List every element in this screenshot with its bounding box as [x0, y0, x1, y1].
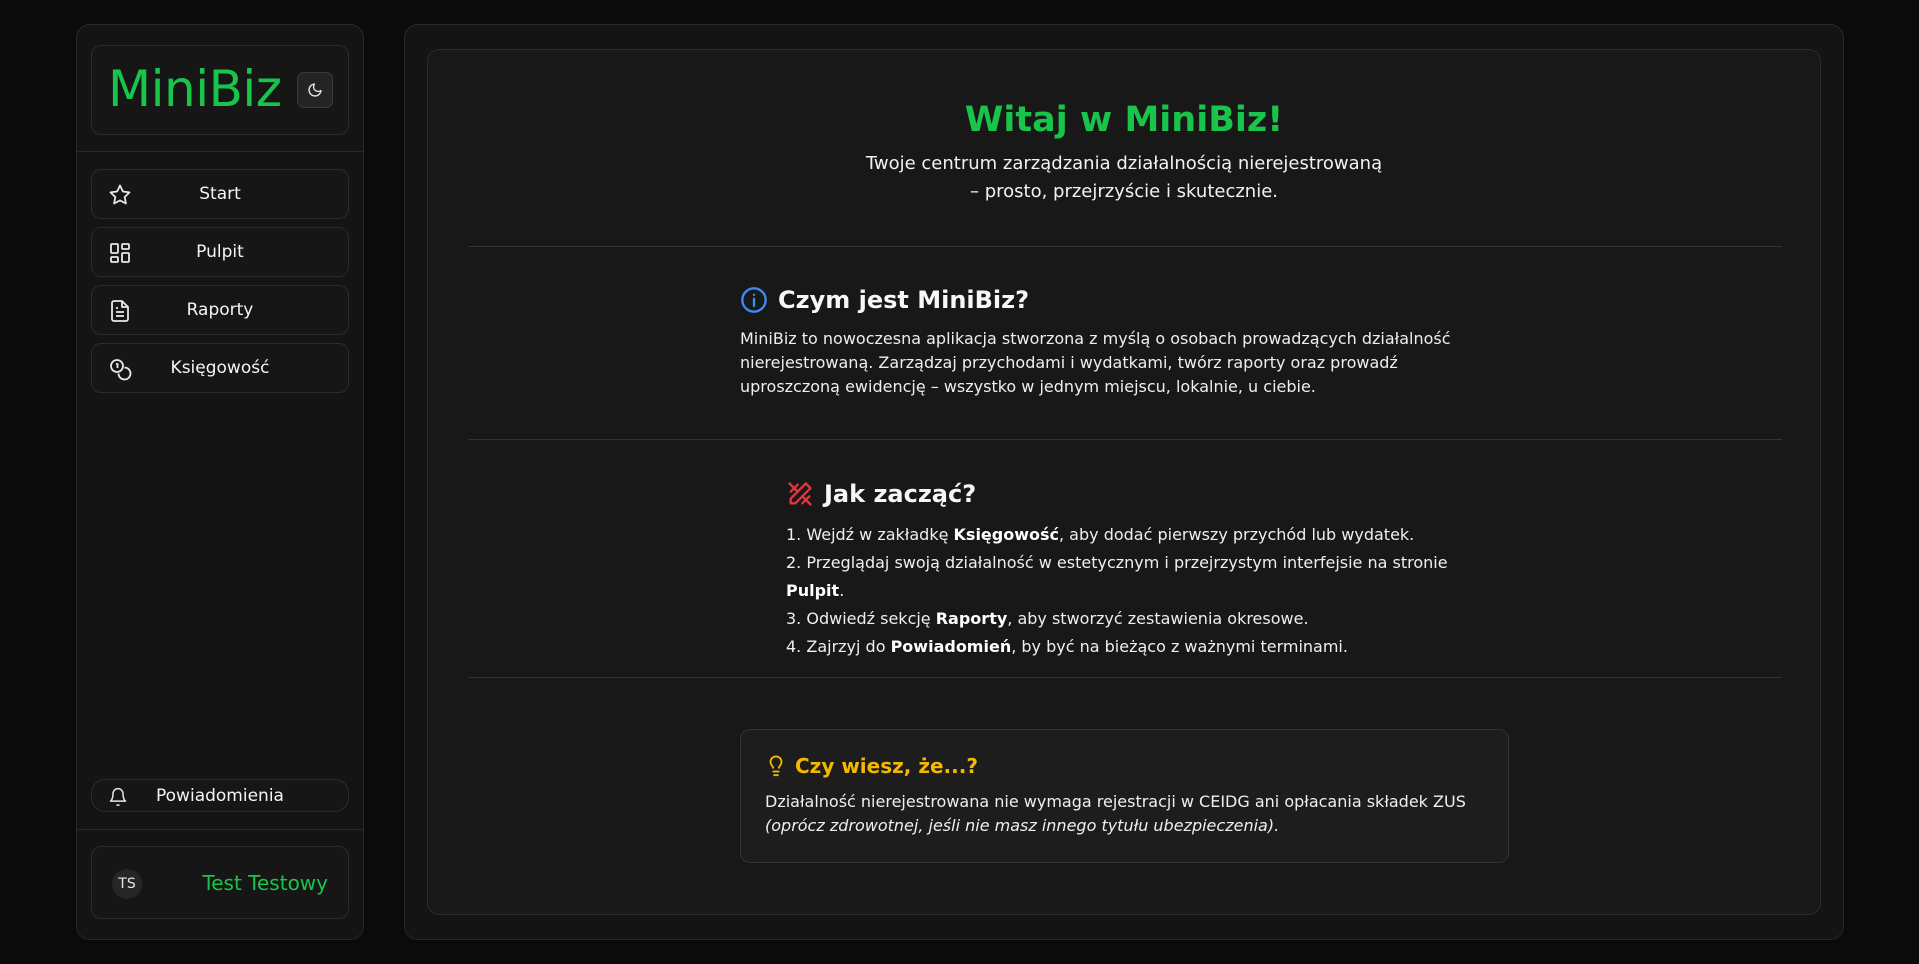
step-text: . [839, 581, 845, 600]
getting-started-heading: Jak zacząć? [786, 480, 976, 508]
list-item: 1. Wejdź w zakładkę Księgowość, aby doda… [786, 521, 1506, 549]
step-link-text: Powiadomień [890, 637, 1012, 656]
main-panel: Witaj w MiniBiz! Twoje centrum zarządzan… [404, 24, 1844, 940]
about-text: MiniBiz to nowoczesna aplikacja stworzon… [740, 329, 1451, 396]
steps-list: 1. Wejdź w zakładkę Księgowość, aby doda… [786, 521, 1506, 661]
step-text: 4. Zajrzyj do [786, 637, 891, 656]
sidebar: MiniBiz Start Pulpit Raporty Księgowość [76, 24, 364, 940]
brand-box: MiniBiz [91, 45, 349, 135]
moon-icon [308, 83, 322, 97]
welcome-card: Witaj w MiniBiz! Twoje centrum zarządzan… [427, 49, 1821, 915]
lightbulb-icon [769, 755, 783, 777]
avatar: TS [112, 869, 142, 899]
coins-icon [110, 359, 132, 381]
tip-heading: Czy wiesz, że...? [765, 754, 978, 778]
section-divider [468, 439, 1782, 440]
sidebar-item-pulpit[interactable]: Pulpit [91, 227, 349, 277]
list-item: 4. Zajrzyj do Powiadomień, by być na bie… [786, 633, 1506, 661]
list-item: 3. Odwiedź sekcję Raporty, aby stworzyć … [786, 605, 1506, 633]
info-icon [741, 287, 767, 313]
step-text: , aby dodać pierwszy przychód lub wydate… [1059, 525, 1415, 544]
sidebar-divider [77, 151, 363, 152]
dashboard-icon [110, 243, 130, 263]
subtitle-line: – prosto, przejrzyście i skutecznie. [969, 181, 1279, 202]
tip-title: Czy wiesz, że...? [795, 754, 978, 778]
section-divider [468, 246, 1782, 247]
app-logo[interactable]: MiniBiz [108, 60, 282, 118]
about-title: Czym jest MiniBiz? [778, 286, 1030, 314]
sidebar-divider [77, 829, 363, 830]
subtitle-line: Twoje centrum zarządzania działalnością … [865, 153, 1383, 174]
tip-text: Działalność nierejestrowana nie wymaga r… [765, 790, 1485, 838]
tip-body: Działalność nierejestrowana nie wymaga r… [765, 792, 1466, 811]
notifications-label: Powiadomienia [156, 785, 284, 806]
step-text: 3. Odwiedź sekcję [786, 609, 936, 628]
section-divider [468, 677, 1782, 678]
about-heading: Czym jest MiniBiz? [740, 286, 1029, 314]
sidebar-item-raporty[interactable]: Raporty [91, 285, 349, 335]
getting-started-title: Jak zacząć? [824, 480, 977, 508]
document-icon [111, 300, 129, 322]
step-text: 2. Przeglądaj swoją działalność w estety… [786, 553, 1448, 572]
user-profile[interactable]: TS Test Testowy [91, 846, 349, 919]
theme-toggle-button[interactable] [297, 72, 333, 108]
page-subtitle: Twoje centrum zarządzania działalnością … [428, 150, 1820, 206]
step-link-text: Raporty [935, 609, 1008, 628]
step-link-text: Księgowość [953, 525, 1059, 544]
step-text: , by być na bieżąco z ważnymi terminami. [1011, 637, 1348, 656]
user-name: Test Testowy [202, 871, 328, 895]
sidebar-item-notifications[interactable]: Powiadomienia [91, 779, 349, 812]
tools-icon [788, 482, 812, 506]
step-text: , aby stworzyć zestawienia okresowe. [1007, 609, 1309, 628]
sidebar-item-ksiegowosc[interactable]: Księgowość [91, 343, 349, 393]
star-icon [109, 184, 131, 205]
sidebar-item-start[interactable]: Start [91, 169, 349, 219]
bell-icon [109, 787, 127, 807]
tip-card: Czy wiesz, że...? Działalność nierejestr… [740, 729, 1509, 863]
list-item: 2. Przeglądaj swoją działalność w estety… [786, 549, 1506, 605]
step-text: 1. Wejdź w zakładkę [786, 525, 954, 544]
step-link-text: Pulpit [786, 581, 840, 600]
tip-note: (oprócz zdrowotnej, jeśli nie masz inneg… [765, 816, 1280, 835]
page-title: Witaj w MiniBiz! [964, 100, 1284, 140]
